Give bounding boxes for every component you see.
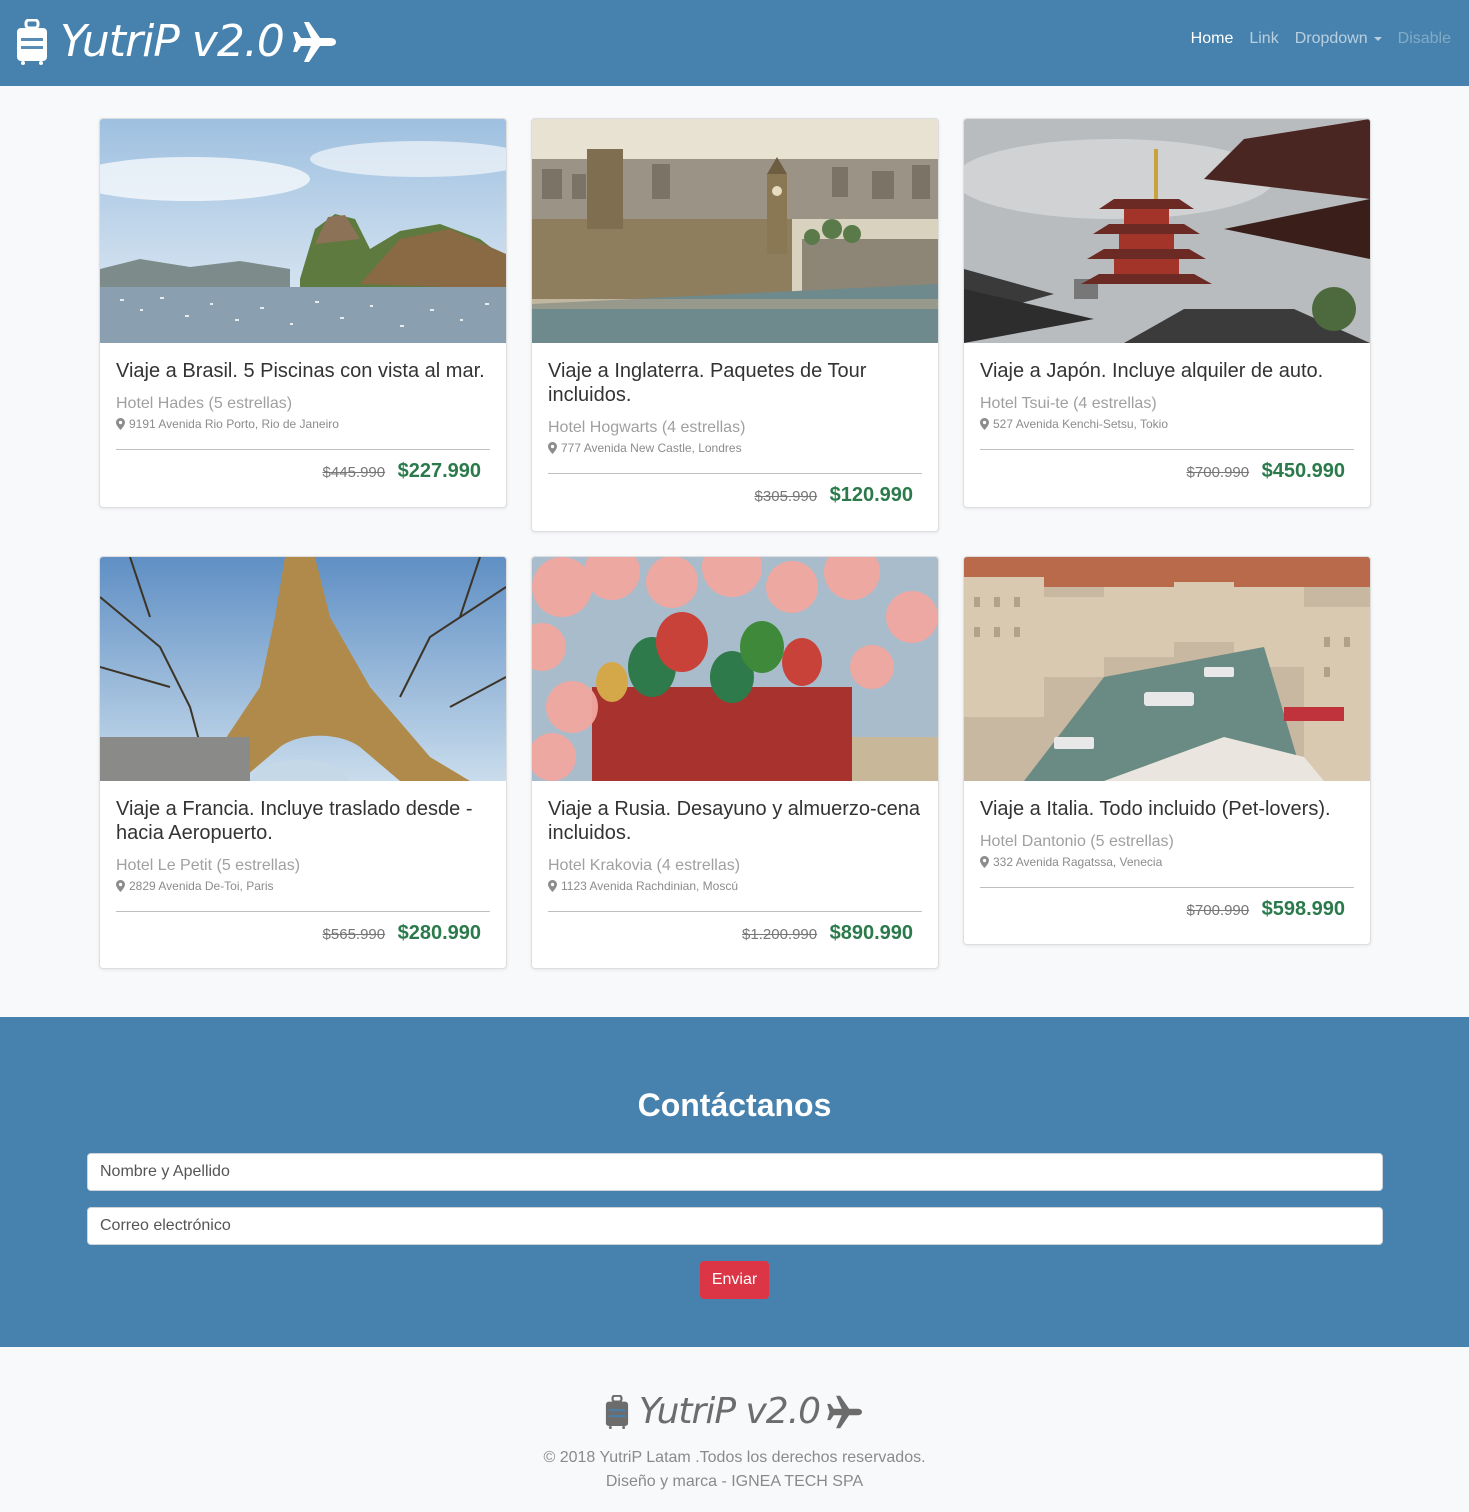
footer-credits: Diseño y marca - IGNEA TECH SPA xyxy=(605,1473,864,1490)
main-nav: Home Link Dropdown Disable xyxy=(1175,30,1451,48)
nav-disabled-link: Disable xyxy=(1397,30,1451,47)
map-marker-icon xyxy=(116,880,125,892)
card-address: 527 Avenida Kenchi-Setsu, Tokio xyxy=(980,417,1354,431)
card-price: $120.990 xyxy=(829,484,913,506)
card-prices: $305.990 $120.990 xyxy=(548,484,922,507)
card-price: $890.990 xyxy=(829,922,913,944)
card-prices: $1.200.990 $890.990 xyxy=(548,922,922,945)
card-prices: $565.990 $280.990 xyxy=(116,922,490,945)
card-body: Viaje a Japón. Incluye alquiler de auto.… xyxy=(980,359,1354,483)
card-hotel: Hotel Hades (5 estrellas) xyxy=(116,395,293,412)
card-old-price: $305.990 xyxy=(754,488,818,505)
card-body: Viaje a Brasil. 5 Piscinas con vista al … xyxy=(116,359,490,483)
map-marker-icon xyxy=(548,442,557,454)
brand-logo[interactable]: YutriP v2.0 xyxy=(16,14,338,70)
map-marker-icon xyxy=(980,418,989,430)
card-price: $598.990 xyxy=(1261,898,1345,920)
card-divider xyxy=(548,911,922,912)
trip-card-inglaterra[interactable]: Viaje a Inglaterra. Paquetes de Tour inc… xyxy=(531,118,939,532)
map-marker-icon xyxy=(980,856,989,868)
email-input[interactable] xyxy=(87,1207,1383,1245)
card-address: 332 Avenida Ragatssa, Venecia xyxy=(980,855,1354,869)
card-address: 2829 Avenida De-Toi, Paris xyxy=(116,879,490,893)
card-address: 1123 Avenida Rachdinian, Moscú xyxy=(548,879,922,893)
london-westminster-photo xyxy=(532,119,938,343)
nav-dropdown-toggle[interactable]: Dropdown xyxy=(1295,30,1382,48)
map-marker-icon xyxy=(116,418,125,430)
rio-de-janeiro-bay-photo xyxy=(100,119,506,343)
trip-card-japon[interactable]: Viaje a Japón. Incluye alquiler de auto.… xyxy=(963,118,1371,508)
trip-card-italia[interactable]: Viaje a Italia. Todo incluido (Pet-lover… xyxy=(963,556,1371,945)
card-old-price: $565.990 xyxy=(322,926,386,943)
card-hotel: Hotel Hogwarts (4 estrellas) xyxy=(548,419,746,436)
moscow-cathedral-photo xyxy=(532,557,938,781)
card-address-text: 2829 Avenida De-Toi, Paris xyxy=(129,879,274,893)
card-divider xyxy=(116,449,490,450)
card-price: $227.990 xyxy=(397,460,481,482)
map-marker-icon xyxy=(548,880,557,892)
card-price: $450.990 xyxy=(1261,460,1345,482)
nav-dropdown-label: Dropdown xyxy=(1294,30,1368,47)
footer-brand: YutriP v2.0 xyxy=(0,1391,1469,1432)
suitcase-icon xyxy=(16,19,48,65)
airplane-icon xyxy=(826,1395,864,1429)
trip-card-brasil[interactable]: Viaje a Brasil. 5 Piscinas con vista al … xyxy=(99,118,507,508)
card-hotel: Hotel Krakovia (4 estrellas) xyxy=(548,857,741,874)
card-old-price: $445.990 xyxy=(322,464,386,481)
trip-card-francia[interactable]: Viaje a Francia. Incluye traslado desde … xyxy=(99,556,507,969)
card-hotel: Hotel Le Petit (5 estrellas) xyxy=(116,857,301,874)
brand-name: YutriP v2.0 xyxy=(60,16,285,67)
card-address: 777 Avenida New Castle, Londres xyxy=(548,441,922,455)
card-old-price: $700.990 xyxy=(1186,902,1250,919)
card-title: Viaje a Rusia. Desayuno y almuerzo-cena … xyxy=(548,798,921,844)
card-address: 9191 Avenida Rio Porto, Rio de Janeiro xyxy=(116,417,490,431)
send-button[interactable]: Enviar xyxy=(700,1261,769,1299)
card-prices: $445.990 $227.990 xyxy=(116,460,490,483)
card-address-text: 777 Avenida New Castle, Londres xyxy=(561,441,742,455)
nav-home-link[interactable]: Home xyxy=(1191,30,1234,48)
card-title: Viaje a Inglaterra. Paquetes de Tour inc… xyxy=(548,360,867,406)
japanese-pagoda-photo xyxy=(964,119,1370,343)
contact-title: Contáctanos xyxy=(637,1087,832,1123)
caret-down-icon xyxy=(1373,37,1382,41)
contact-section: Contáctanos Enviar xyxy=(0,1017,1469,1347)
card-title: Viaje a Italia. Todo incluido (Pet-lover… xyxy=(980,798,1331,820)
card-prices: $700.990 $598.990 xyxy=(980,898,1354,921)
card-address-text: 1123 Avenida Rachdinian, Moscú xyxy=(561,879,739,893)
card-divider xyxy=(980,887,1354,888)
card-title: Viaje a Francia. Incluye traslado desde … xyxy=(116,798,473,844)
airplane-icon xyxy=(292,21,338,63)
card-old-price: $1.200.990 xyxy=(742,926,818,943)
card-body: Viaje a Inglaterra. Paquetes de Tour inc… xyxy=(548,359,922,507)
card-price: $280.990 xyxy=(397,922,481,944)
card-address-text: 9191 Avenida Rio Porto, Rio de Janeiro xyxy=(129,417,339,431)
card-prices: $700.990 $450.990 xyxy=(980,460,1354,483)
card-hotel: Hotel Dantonio (5 estrellas) xyxy=(980,833,1174,850)
card-address-text: 527 Avenida Kenchi-Setsu, Tokio xyxy=(993,417,1169,431)
navbar: YutriP v2.0 Home Link Dropdown Disable xyxy=(0,0,1469,86)
card-divider xyxy=(548,473,922,474)
card-divider xyxy=(116,911,490,912)
footer: YutriP v2.0 © 2018 YutriP Latam .Todos l… xyxy=(0,1347,1469,1512)
eiffel-tower-photo xyxy=(100,557,506,781)
card-address-text: 332 Avenida Ragatssa, Venecia xyxy=(993,855,1163,869)
card-body: Viaje a Francia. Incluye traslado desde … xyxy=(116,797,490,945)
footer-brand-name: YutriP v2.0 xyxy=(638,1391,821,1432)
name-input[interactable] xyxy=(87,1153,1383,1191)
nav-link-link[interactable]: Link xyxy=(1249,30,1278,48)
card-title: Viaje a Brasil. 5 Piscinas con vista al … xyxy=(116,360,485,382)
venice-canal-photo xyxy=(964,557,1370,781)
card-body: Viaje a Rusia. Desayuno y almuerzo-cena … xyxy=(548,797,922,945)
card-divider xyxy=(980,449,1354,450)
card-body: Viaje a Italia. Todo incluido (Pet-lover… xyxy=(980,797,1354,921)
card-title: Viaje a Japón. Incluye alquiler de auto. xyxy=(980,360,1324,382)
card-hotel: Hotel Tsui-te (4 estrellas) xyxy=(980,395,1157,412)
footer-copyright: © 2018 YutriP Latam .Todos los derechos … xyxy=(543,1449,926,1466)
trip-card-rusia[interactable]: Viaje a Rusia. Desayuno y almuerzo-cena … xyxy=(531,556,939,969)
suitcase-icon xyxy=(605,1395,629,1429)
card-old-price: $700.990 xyxy=(1186,464,1250,481)
